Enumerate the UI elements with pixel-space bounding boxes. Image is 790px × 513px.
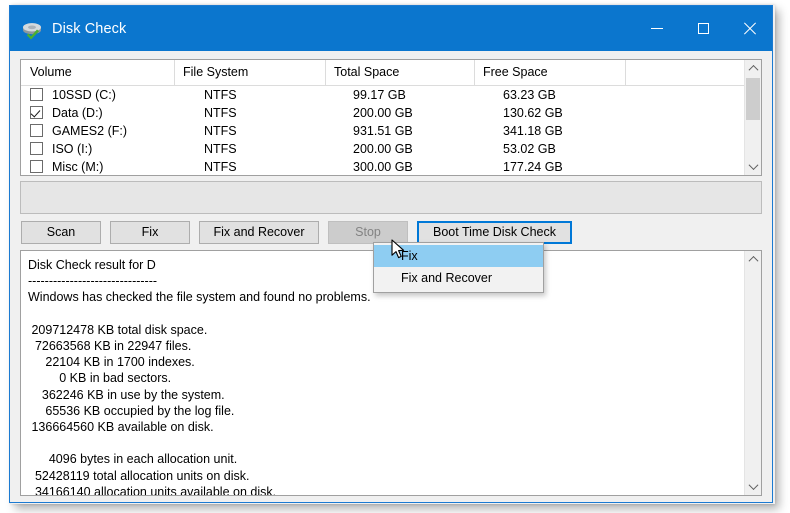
row-checkbox[interactable] [30, 142, 43, 155]
cell-volume: Data (D:) [52, 106, 103, 120]
cell-file-system: NTFS [204, 142, 237, 156]
table-row[interactable]: Data (D:) NTFS 200.00 GB 130.62 GB [21, 104, 761, 122]
cell-free-space: 341.18 GB [503, 124, 563, 138]
row-checkbox[interactable] [30, 124, 43, 137]
table-row[interactable]: Misc (M:) NTFS 300.00 GB 177.24 GB [21, 158, 761, 175]
window-controls [634, 6, 772, 51]
cell-file-system: NTFS [204, 124, 237, 138]
column-header-total-space[interactable]: Total Space [325, 60, 474, 85]
column-header-spare[interactable] [625, 60, 745, 85]
cell-total-space: 99.17 GB [353, 88, 406, 102]
row-checkbox[interactable] [30, 88, 43, 101]
cell-free-space: 130.62 GB [503, 106, 563, 120]
cell-free-space: 177.24 GB [503, 160, 563, 174]
table-row[interactable]: GAMES2 (F:) NTFS 931.51 GB 341.18 GB [21, 122, 761, 140]
title-bar: Disk Check [10, 6, 772, 51]
column-header-file-system[interactable]: File System [174, 60, 325, 85]
window-title: Disk Check [52, 20, 127, 37]
screen: Disk Check Volume File System Total Spac… [0, 0, 790, 513]
cell-volume: GAMES2 (F:) [52, 124, 128, 138]
chevron-up-icon[interactable] [745, 60, 761, 77]
client-area: Volume File System Total Space Free Spac… [10, 51, 772, 502]
boot-time-dropdown-menu: Fix Fix and Recover [373, 242, 544, 293]
fix-button[interactable]: Fix [110, 221, 190, 244]
volume-list-rows: 10SSD (C:) NTFS 99.17 GB 63.23 GB Data (… [21, 86, 761, 175]
cell-free-space: 63.23 GB [503, 88, 556, 102]
fix-and-recover-button[interactable]: Fix and Recover [199, 221, 319, 244]
stop-button: Stop [328, 221, 408, 244]
cell-total-space: 200.00 GB [353, 142, 413, 156]
row-checkbox[interactable] [30, 160, 43, 173]
cell-volume: Misc (M:) [52, 160, 104, 174]
volume-list-header: Volume File System Total Space Free Spac… [21, 60, 761, 86]
minimize-icon [651, 28, 663, 29]
menu-item-fix[interactable]: Fix [374, 245, 543, 267]
result-panel-scrollbar[interactable] [744, 251, 761, 495]
row-checkbox[interactable] [30, 106, 43, 119]
column-header-free-space[interactable]: Free Space [474, 60, 625, 85]
chevron-down-icon[interactable] [745, 478, 761, 495]
maximize-icon [697, 23, 709, 34]
cell-total-space: 200.00 GB [353, 106, 413, 120]
maximize-button[interactable] [680, 6, 726, 51]
cell-free-space: 53.02 GB [503, 142, 556, 156]
disk-check-icon [21, 18, 43, 40]
chevron-down-icon[interactable] [745, 158, 761, 175]
table-row[interactable]: 10SSD (C:) NTFS 99.17 GB 63.23 GB [21, 86, 761, 104]
scan-button[interactable]: Scan [21, 221, 101, 244]
disk-check-window: Disk Check Volume File System Total Spac… [9, 5, 773, 503]
boot-time-disk-check-button[interactable]: Boot Time Disk Check [417, 221, 572, 244]
menu-item-fix-and-recover[interactable]: Fix and Recover [374, 267, 543, 289]
cell-file-system: NTFS [204, 88, 237, 102]
volume-list[interactable]: Volume File System Total Space Free Spac… [20, 59, 762, 176]
cell-total-space: 931.51 GB [353, 124, 413, 138]
close-button[interactable] [726, 6, 772, 51]
scrollbar-thumb[interactable] [746, 78, 760, 120]
chevron-up-icon[interactable] [745, 251, 761, 268]
close-icon [743, 22, 756, 35]
cell-file-system: NTFS [204, 160, 237, 174]
cell-volume: ISO (I:) [52, 142, 93, 156]
cell-total-space: 300.00 GB [353, 160, 413, 174]
minimize-button[interactable] [634, 6, 680, 51]
progress-bar [20, 181, 762, 214]
volume-list-scrollbar[interactable] [744, 60, 761, 175]
table-row[interactable]: ISO (I:) NTFS 200.00 GB 53.02 GB [21, 140, 761, 158]
column-header-volume[interactable]: Volume [21, 60, 174, 85]
cell-file-system: NTFS [204, 106, 237, 120]
cell-volume: 10SSD (C:) [52, 88, 116, 102]
